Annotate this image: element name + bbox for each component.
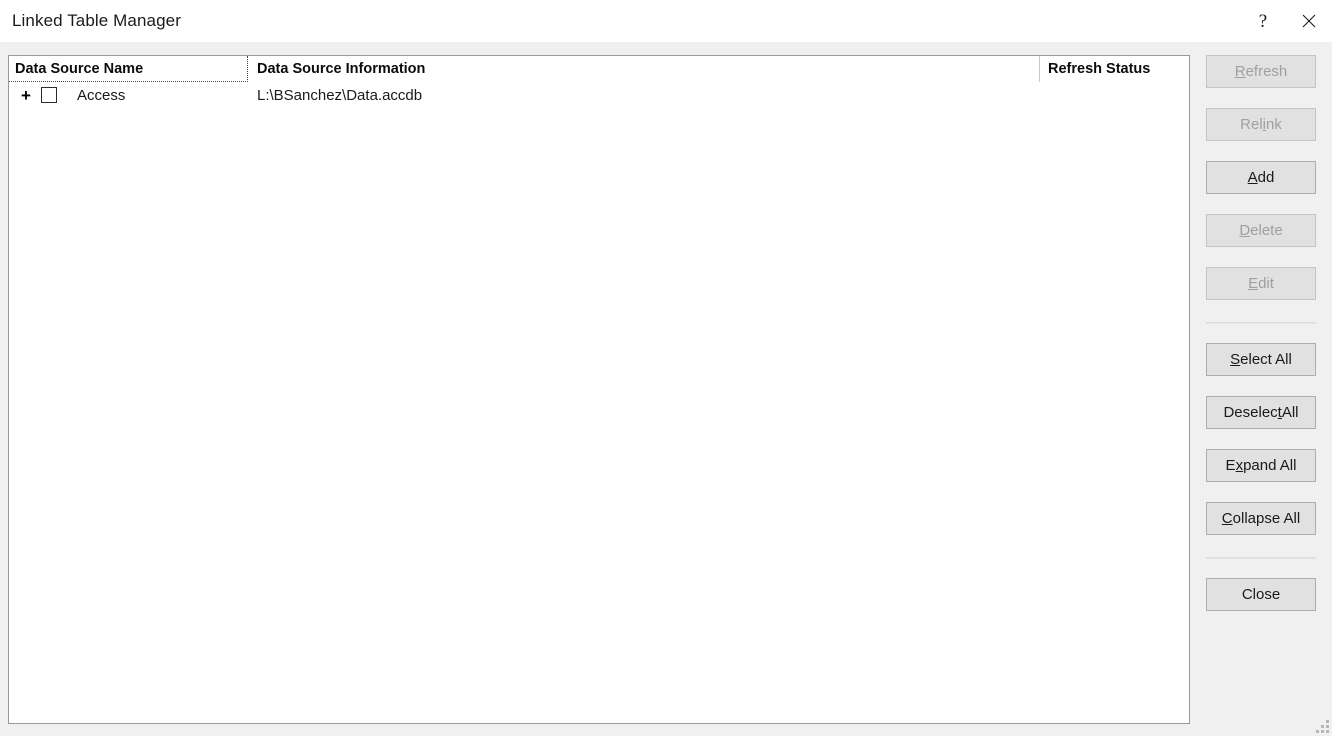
dialog-body: Data Source Name Data Source Information… xyxy=(0,42,1332,736)
expand-plus-icon[interactable]: + xyxy=(15,87,37,104)
close-icon xyxy=(1301,13,1317,29)
resize-grip[interactable] xyxy=(1315,719,1329,733)
help-button[interactable]: ? xyxy=(1240,0,1286,42)
data-source-list-panel[interactable]: Data Source Name Data Source Information… xyxy=(8,55,1190,724)
data-source-path-label: L:\BSanchez\Data.accdb xyxy=(257,86,423,104)
grid-header-row: Data Source Name Data Source Information… xyxy=(9,56,1189,82)
button-group-separator-1 xyxy=(1206,322,1316,324)
collapse-all-button[interactable]: Collapse All xyxy=(1206,502,1316,535)
deselect-all-button[interactable]: Deselec t All xyxy=(1206,396,1316,429)
column-header-label: Data Source Information xyxy=(257,61,426,77)
cell-data-source-name: + Access xyxy=(9,82,251,108)
window-title: Linked Table Manager xyxy=(12,11,181,30)
column-header-label: Refresh Status xyxy=(1048,61,1151,77)
column-header-refresh-status[interactable]: Refresh Status xyxy=(1039,56,1189,82)
data-source-name-label: Access xyxy=(77,86,126,104)
expand-all-button[interactable]: Ex pand All xyxy=(1206,449,1316,482)
add-button[interactable]: Add xyxy=(1206,161,1316,194)
command-button-panel: Refresh Rel i nk Add Delete Edit Select Al… xyxy=(1198,42,1332,736)
button-group-separator-2 xyxy=(1206,557,1316,559)
edit-button[interactable]: Edit xyxy=(1206,267,1316,300)
row-checkbox[interactable] xyxy=(41,87,57,103)
column-header-data-source-information[interactable]: Data Source Information xyxy=(251,56,1039,82)
column-header-data-source-name[interactable]: Data Source Name xyxy=(9,56,248,82)
cell-data-source-information: L:\BSanchez\Data.accdb xyxy=(251,82,1039,108)
table-row[interactable]: + Access L:\BSanchez\Data.accdb xyxy=(9,82,1189,108)
relink-button[interactable]: Rel i nk xyxy=(1206,108,1316,141)
close-button[interactable]: Close xyxy=(1206,578,1316,611)
close-window-button[interactable] xyxy=(1286,0,1332,42)
refresh-button[interactable]: Refresh xyxy=(1206,55,1316,88)
cell-refresh-status xyxy=(1039,82,1189,108)
select-all-button[interactable]: Select All xyxy=(1206,343,1316,376)
title-bar: Linked Table Manager ? xyxy=(0,0,1332,42)
question-mark-icon: ? xyxy=(1258,10,1268,32)
column-header-label: Data Source Name xyxy=(15,60,144,77)
delete-button[interactable]: Delete xyxy=(1206,214,1316,247)
grid-rows: + Access L:\BSanchez\Data.accdb xyxy=(9,82,1189,108)
